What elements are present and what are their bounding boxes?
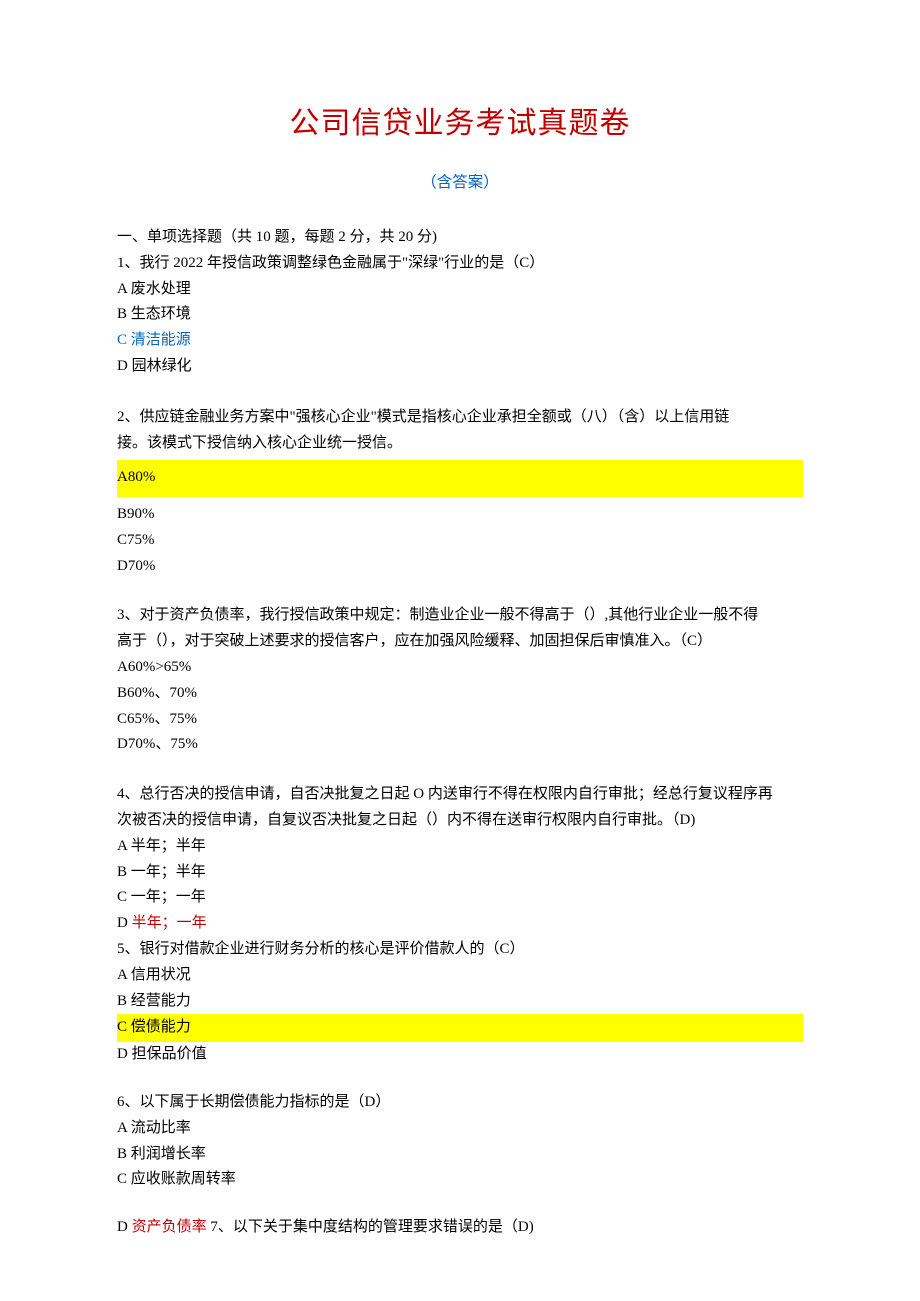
q4-text-line1: 4、总行否决的授信申请，自否决批复之日起 O 内送审行不得在权限内自行审批；经总… [117, 782, 803, 808]
q5-option-b: B 经营能力 [117, 989, 803, 1015]
q3-option-a: A60%>65% [117, 655, 803, 681]
q2-option-d: D70% [117, 553, 803, 579]
q1-option-a: A 废水处理 [117, 277, 803, 303]
q3-text-line2: 高于（），对于突破上述要求的授信客户，应在加强风险缓释、加固担保后审慎准入。（C… [117, 629, 803, 655]
q1-option-b: B 生态环境 [117, 302, 803, 328]
q7-text: 7、以下关于集中度结构的管理要求错误的是（D) [207, 1219, 534, 1235]
q6-answer-text: 资产负债率 [132, 1219, 207, 1235]
q4-option-b: B 一年；半年 [117, 860, 803, 886]
q4-option-d: D 半年；一年 [117, 911, 803, 937]
q1-text: 1、我行 2022 年授信政策调整绿色金融属于"深绿"行业的是（C） [117, 251, 803, 277]
question-3: 3、对于资产负债率，我行授信政策中规定：制造业企业一般不得高于（）,其他行业企业… [117, 603, 803, 758]
q2-option-a: A80% [117, 460, 803, 496]
question-2: 2、供应链金融业务方案中"强核心企业"模式是指核心企业承担全额或（八）（含）以上… [117, 404, 803, 580]
q4-option-a: A 半年；半年 [117, 834, 803, 860]
q5-option-c: C 偿债能力 [117, 1014, 803, 1042]
q6-option-c: C 应收账款周转率 [117, 1167, 803, 1193]
q3-text-line1: 3、对于资产负债率，我行授信政策中规定：制造业企业一般不得高于（）,其他行业企业… [117, 603, 803, 629]
q3-option-b: B60%、70% [117, 681, 803, 707]
section-header: 一、单项选择题（共 10 题，每题 2 分，共 20 分) [117, 224, 803, 250]
q2-text-line1: 2、供应链金融业务方案中"强核心企业"模式是指核心企业承担全额或（八）（含）以上… [117, 404, 803, 430]
q2-option-b: B90% [117, 501, 803, 527]
question-1: 1、我行 2022 年授信政策调整绿色金融属于"深绿"行业的是（C） A 废水处… [117, 251, 803, 380]
q2-text-line2: 接。该模式下授信纳入核心企业统一授信。 [117, 430, 803, 456]
q5-option-d: D 担保品价值 [117, 1042, 803, 1068]
q6-text: 6、以下属于长期偿债能力指标的是（D） [117, 1090, 803, 1116]
q4-answer-text: 半年；一年 [132, 915, 207, 931]
q1-option-d: D 园林绿化 [117, 354, 803, 380]
q3-option-c: C65%、75% [117, 707, 803, 733]
q3-option-d: D70%、75% [117, 732, 803, 758]
question-6: 6、以下属于长期偿债能力指标的是（D） A 流动比率 B 利润增长率 C 应收账… [117, 1090, 803, 1193]
question-5: 5、银行对借款企业进行财务分析的核心是评价借款人的（C） A 信用状况 B 经营… [117, 937, 803, 1068]
q6-option-b: B 利润增长率 [117, 1142, 803, 1168]
q6-option-d-prefix: D [117, 1219, 132, 1235]
question-4: 4、总行否决的授信申请，自否决批复之日起 O 内送审行不得在权限内自行审批；经总… [117, 782, 803, 937]
page-title: 公司信贷业务考试真题卷 [117, 98, 803, 151]
q4-option-c: C 一年；一年 [117, 885, 803, 911]
q1-option-c: C 清洁能源 [117, 328, 803, 354]
q5-text: 5、银行对借款企业进行财务分析的核心是评价借款人的（C） [117, 937, 803, 963]
q5-option-a: A 信用状况 [117, 963, 803, 989]
q6-option-a: A 流动比率 [117, 1116, 803, 1142]
page-subtitle: （含答案） [117, 169, 803, 196]
q4-text-line2: 次被否决的授信申请，自复议否决批复之日起（）内不得在送审行权限内自行审批。（D) [117, 808, 803, 834]
question-7-line: D 资产负债率 7、以下关于集中度结构的管理要求错误的是（D) [117, 1215, 803, 1241]
q2-option-c: C75% [117, 527, 803, 553]
